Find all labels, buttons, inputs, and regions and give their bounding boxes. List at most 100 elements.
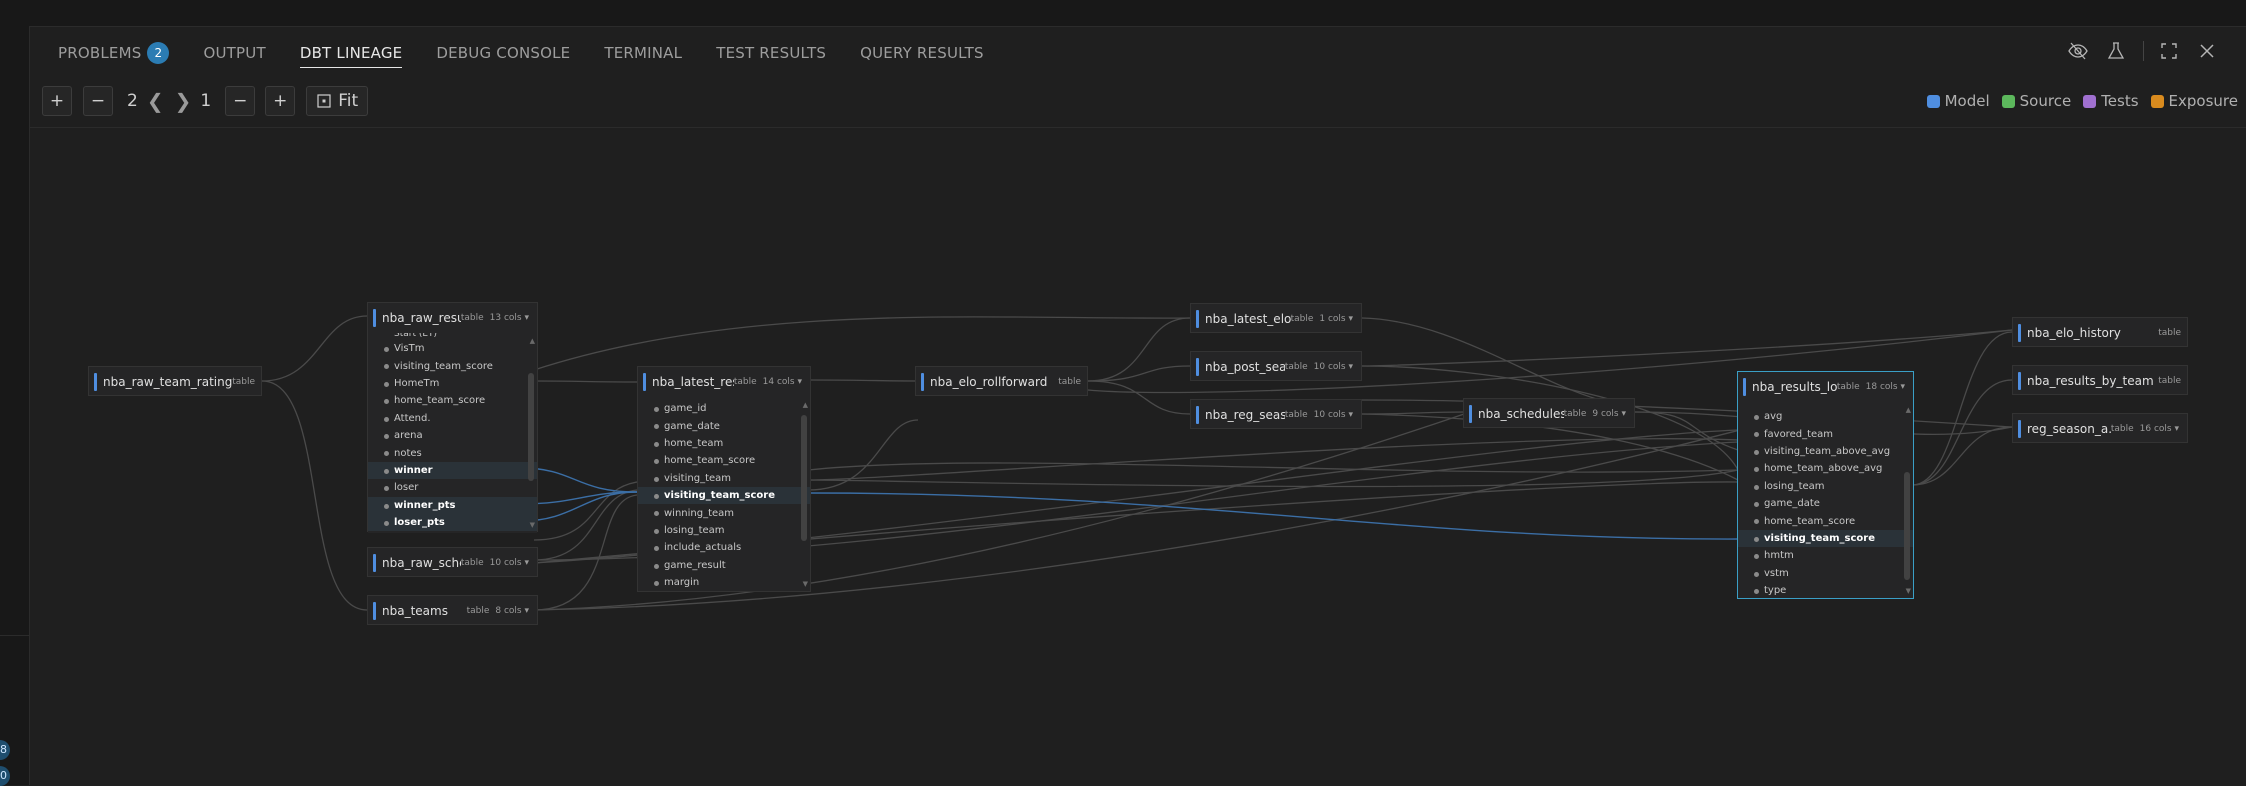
column-item[interactable]: home_team_score — [1738, 512, 1913, 529]
node-header[interactable]: nba_teams table 8 cols ▾ — [368, 596, 537, 626]
column-item[interactable]: HomeTm — [368, 375, 537, 392]
node-header[interactable]: nba_schedules table 9 cols ▾ — [1464, 399, 1634, 429]
node-cols-dropdown[interactable]: 16 cols ▾ — [2140, 424, 2179, 434]
model-node[interactable]: nba_raw_team_ratings table — [88, 366, 262, 396]
scroll-up-arrow-icon[interactable]: ▲ — [1906, 406, 1911, 414]
model-node[interactable]: nba_raw_sche... table 10 cols ▾ — [367, 547, 538, 577]
column-item-highlighted[interactable]: visiting_team_score — [1738, 529, 1913, 548]
node-cols-dropdown[interactable]: 10 cols ▾ — [1314, 410, 1353, 420]
scroll-down-arrow-icon[interactable]: ▼ — [803, 580, 808, 588]
column-item[interactable]: include_actuals — [638, 539, 810, 556]
node-cols-dropdown[interactable]: 9 cols ▾ — [1592, 409, 1626, 419]
column-item[interactable]: game_date — [1738, 495, 1913, 512]
column-item[interactable]: visiting_team_score — [368, 357, 537, 374]
column-item[interactable]: type — [1738, 582, 1913, 599]
node-name: nba_latest_res... — [652, 375, 734, 389]
column-item[interactable]: game_result — [638, 557, 810, 574]
lineage-edge — [261, 315, 368, 382]
column-item[interactable]: favored_team — [1738, 425, 1913, 442]
node-name: nba_latest_elo — [1205, 312, 1291, 326]
node-cols-dropdown[interactable]: 18 cols ▾ — [1866, 382, 1905, 392]
column-item[interactable]: game_date — [638, 417, 810, 434]
node-header[interactable]: nba_results_log table 18 cols ▾ — [1738, 372, 1913, 402]
model-node[interactable]: reg_season_a... table 16 cols ▾ — [2012, 413, 2188, 443]
node-name: nba_elo_history — [2027, 326, 2121, 340]
column-item[interactable]: losing_team — [638, 522, 810, 539]
node-cols-dropdown[interactable]: 14 cols ▾ — [763, 377, 802, 387]
column-item[interactable]: VisTm — [368, 340, 537, 357]
node-header[interactable]: nba_raw_sche... table 10 cols ▾ — [368, 548, 537, 578]
lineage-edge — [261, 380, 368, 611]
node-name: nba_raw_sche... — [382, 556, 461, 570]
model-node[interactable]: nba_post_sea... table 10 cols ▾ — [1190, 351, 1362, 381]
node-header[interactable]: nba_raw_team_ratings table — [89, 367, 261, 397]
node-header[interactable]: nba_elo_history table — [2013, 318, 2187, 348]
model-node[interactable]: nba_latest_elo table 1 cols ▾ — [1190, 303, 1362, 333]
column-item[interactable]: game_id — [638, 400, 810, 417]
column-item[interactable]: losing_team — [1738, 478, 1913, 495]
column-item[interactable]: home_team_score — [638, 452, 810, 469]
node-name: nba_reg_seas... — [1205, 408, 1285, 422]
column-item[interactable]: visiting_team — [638, 470, 810, 487]
model-node[interactable]: nba_elo_history table — [2012, 317, 2188, 347]
column-item[interactable]: winning_team — [638, 504, 810, 521]
column-item-highlighted[interactable]: loser_pts — [368, 513, 537, 532]
lineage-edge — [533, 481, 638, 541]
column-item[interactable]: notes — [368, 444, 537, 461]
node-name: nba_elo_rollforward — [930, 375, 1048, 389]
node-header[interactable]: nba_latest_res... table 14 cols ▾ — [638, 367, 810, 397]
lineage-edge — [1911, 426, 2013, 486]
node-type: table — [2158, 328, 2181, 338]
column-item[interactable]: home_team_score — [368, 392, 537, 409]
column-item-highlighted[interactable]: winner — [368, 461, 537, 480]
node-header[interactable]: nba_reg_seas... table 10 cols ▾ — [1191, 400, 1361, 430]
node-name: nba_raw_team_ratings — [103, 375, 233, 389]
column-item[interactable]: loser — [368, 479, 537, 496]
column-item[interactable]: Start (ET) — [368, 333, 537, 340]
column-item[interactable]: visiting_team_above_avg — [1738, 443, 1913, 460]
column-item[interactable]: vstm — [1738, 565, 1913, 582]
node-cols-count: 18 cols — [1865, 382, 1898, 392]
node-header[interactable]: reg_season_a... table 16 cols ▾ — [2013, 414, 2187, 444]
node-cols-count: 14 cols — [762, 377, 795, 387]
node-cols-dropdown[interactable]: 13 cols ▾ — [490, 313, 529, 323]
node-header[interactable]: nba_latest_elo table 1 cols ▾ — [1191, 304, 1361, 334]
node-header[interactable]: nba_elo_rollforward table — [916, 367, 1087, 397]
node-cols-count: 1 cols — [1319, 314, 1346, 324]
column-item[interactable]: hmtm — [1738, 547, 1913, 564]
column-item-highlighted[interactable]: visiting_team_score — [638, 486, 810, 505]
lineage-edge — [807, 438, 1739, 481]
node-header[interactable]: nba_post_sea... table 10 cols ▾ — [1191, 352, 1361, 382]
scroll-up-arrow-icon[interactable]: ▲ — [530, 337, 535, 345]
scroll-down-arrow-icon[interactable]: ▼ — [1906, 587, 1911, 595]
model-node-selected[interactable]: nba_results_log table 18 cols ▾ avg favo… — [1737, 371, 1914, 599]
node-cols-dropdown[interactable]: 1 cols ▾ — [1319, 314, 1353, 324]
node-header[interactable]: nba_raw_results table 13 cols ▾ — [368, 303, 537, 333]
scrollbar-thumb[interactable] — [528, 373, 534, 481]
column-item-highlighted[interactable]: winner_pts — [368, 496, 537, 514]
column-item[interactable]: avg — [1738, 408, 1913, 425]
model-node[interactable]: nba_latest_res... table 14 cols ▾ game_i… — [637, 366, 811, 592]
model-node[interactable]: nba_teams table 8 cols ▾ — [367, 595, 538, 625]
node-cols-count: 9 cols — [1592, 409, 1619, 419]
column-list: avg favored_team visiting_team_above_avg… — [1738, 402, 1913, 598]
model-node[interactable]: nba_raw_results table 13 cols ▾ Start (E… — [367, 302, 538, 533]
scroll-up-arrow-icon[interactable]: ▲ — [803, 401, 808, 409]
column-item[interactable]: home_team — [638, 435, 810, 452]
model-node[interactable]: nba_schedules table 9 cols ▾ — [1463, 398, 1635, 428]
node-type: table — [466, 606, 490, 616]
node-cols-dropdown[interactable]: 8 cols ▾ — [495, 606, 529, 616]
column-item[interactable]: margin — [638, 574, 810, 591]
model-node[interactable]: nba_reg_seas... table 10 cols ▾ — [1190, 399, 1362, 429]
model-node[interactable]: nba_elo_rollforward table — [915, 366, 1088, 396]
node-cols-dropdown[interactable]: 10 cols ▾ — [490, 558, 529, 568]
scrollbar-thumb[interactable] — [801, 415, 807, 541]
scroll-down-arrow-icon[interactable]: ▼ — [530, 521, 535, 529]
scrollbar-thumb[interactable] — [1904, 472, 1910, 580]
column-item[interactable]: arena — [368, 427, 537, 444]
node-header[interactable]: nba_results_by_team table — [2013, 366, 2187, 396]
model-node[interactable]: nba_results_by_team table — [2012, 365, 2188, 395]
node-cols-dropdown[interactable]: 10 cols ▾ — [1314, 362, 1353, 372]
column-item[interactable]: home_team_above_avg — [1738, 460, 1913, 477]
column-item[interactable]: Attend. — [368, 410, 537, 427]
